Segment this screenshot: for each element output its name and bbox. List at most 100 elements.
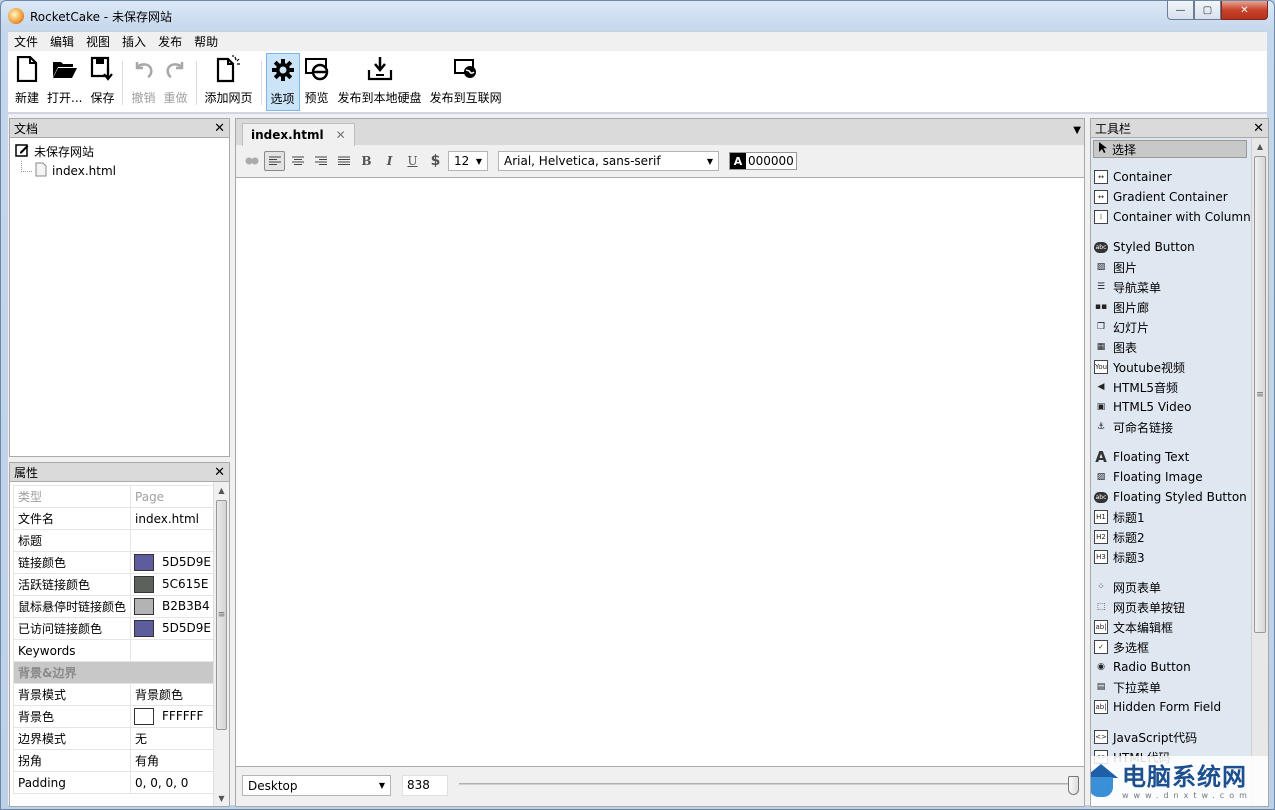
bold-button[interactable]: B [356, 151, 377, 171]
property-row[interactable]: Padding 0, 0, 0, 0 [12, 771, 216, 794]
property-row[interactable]: 已访问链接颜色 5D5D9E [12, 617, 216, 640]
property-value[interactable]: 背景颜色 [130, 683, 216, 706]
tree-item-page[interactable]: index.html [15, 161, 224, 181]
tool-item[interactable]: H1 标题1 [1094, 507, 1250, 527]
property-value[interactable]: 无 [130, 727, 216, 750]
menu-file[interactable]: 文件 [8, 33, 44, 50]
save-button[interactable]: 保存 [86, 53, 118, 111]
tool-item[interactable]: ⁘ 网页表单 [1094, 577, 1250, 597]
menu-insert[interactable]: 插入 [116, 33, 152, 50]
tool-item[interactable]: ▪▪ 图片廊 [1094, 297, 1250, 317]
tool-item[interactable]: <> JavaScript代码 [1094, 727, 1250, 747]
close-properties-panel-button[interactable]: ✕ [214, 465, 225, 480]
property-value[interactable]: 5C615E [130, 573, 216, 596]
page-width-value[interactable]: 838 [402, 775, 448, 796]
undo-button[interactable]: 撤销 [127, 53, 159, 111]
property-row[interactable]: 拐角 有角 [12, 749, 216, 772]
color-swatch[interactable] [134, 554, 155, 571]
align-left-button[interactable] [264, 151, 285, 171]
tool-item[interactable]: ⁞ Container with Columns [1094, 207, 1250, 227]
align-justify-button[interactable] [333, 151, 354, 171]
tool-item[interactable]: ❐ 幻灯片 [1094, 317, 1250, 337]
publish-web-button[interactable]: 发布到互联网 [426, 53, 506, 111]
property-value[interactable]: 5D5D9E [130, 617, 216, 640]
menu-help[interactable]: 帮助 [188, 33, 224, 50]
redo-button[interactable]: 重做 [160, 53, 192, 111]
tool-item[interactable]: H2 标题2 [1094, 527, 1250, 547]
options-button[interactable]: 选项 [265, 53, 300, 111]
property-row[interactable]: 鼠标悬停时链接颜色 B2B3B4 [12, 595, 216, 618]
font-family-select[interactable]: Arial, Helvetica, sans-serif ▼ [498, 151, 719, 171]
color-swatch[interactable] [134, 598, 155, 615]
property-value[interactable] [130, 639, 216, 662]
property-row[interactable]: 背景色 FFFFFF [12, 705, 216, 728]
tool-item[interactable]: ▨ 图片 [1094, 257, 1250, 277]
property-row[interactable]: 边界模式无 [12, 727, 216, 750]
tool-item[interactable]: ▣ HTML5 Video [1094, 397, 1250, 417]
device-select[interactable]: Desktop ▼ [242, 775, 391, 796]
menu-publish[interactable]: 发布 [152, 33, 188, 50]
link-icon[interactable] [241, 151, 262, 171]
tool-item[interactable]: abc Styled Button [1094, 237, 1250, 257]
toolbox-scrollbar[interactable]: ▲ ≡ [1251, 138, 1268, 806]
width-slider-track[interactable] [459, 783, 1074, 785]
close-tab-icon[interactable]: ✕ [336, 128, 346, 142]
tool-item[interactable]: ↔ Gradient Container [1094, 187, 1250, 207]
property-row[interactable]: 文件名 index.html [12, 507, 216, 530]
color-swatch[interactable] [134, 576, 155, 593]
tool-item[interactable]: ◉ Radio Button [1094, 657, 1250, 677]
tool-item[interactable]: ▤ 下拉菜单 [1094, 677, 1250, 697]
property-value[interactable]: 0, 0, 0, 0 [130, 771, 216, 794]
tool-item[interactable]: abc Floating Styled Button [1094, 487, 1250, 507]
property-row[interactable]: 类型 Page [12, 485, 216, 508]
property-value[interactable]: index.html [130, 507, 216, 530]
text-color-picker[interactable]: A 000000 [729, 152, 797, 170]
tool-item[interactable]: ⬚ 网页表单按钮 [1094, 597, 1250, 617]
properties-scrollbar[interactable]: ▲ ≡ ▼ [213, 482, 229, 806]
tool-item[interactable]: ☰ 导航菜单 [1094, 277, 1250, 297]
tool-item[interactable]: A Floating Text [1094, 447, 1250, 467]
property-row[interactable]: 背景模式 背景颜色 [12, 683, 216, 706]
dollar-format-button[interactable]: $ [425, 151, 446, 171]
tool-item[interactable]: ✓ 多选框 [1094, 637, 1250, 657]
tool-item[interactable]: ab| 文本编辑框 [1094, 617, 1250, 637]
tab-list-dropdown-icon[interactable]: ▼ [1073, 125, 1081, 136]
color-swatch[interactable] [134, 620, 155, 637]
property-row[interactable]: 活跃链接颜色 5C615E [12, 573, 216, 596]
property-value[interactable]: FFFFFF [130, 705, 216, 728]
preview-button[interactable]: 预览 [300, 53, 334, 111]
italic-button[interactable]: I [379, 151, 400, 171]
tab-index-html[interactable]: index.html ✕ [242, 123, 355, 146]
close-button[interactable]: ✕ [1221, 1, 1268, 20]
tool-select-pointer[interactable]: 选择 [1093, 140, 1247, 158]
property-section-label[interactable]: 背景&边界 [13, 661, 216, 684]
property-row[interactable]: Keywords [12, 639, 216, 662]
width-slider-thumb[interactable] [1068, 776, 1079, 795]
color-swatch[interactable] [134, 708, 155, 725]
open-button[interactable]: 打开... [43, 53, 86, 111]
align-center-button[interactable] [287, 151, 308, 171]
scroll-down-arrow-icon[interactable]: ▼ [214, 790, 229, 806]
tree-item-site[interactable]: 未保存网站 [15, 141, 224, 161]
toolbox-scroll-thumb[interactable]: ≡ [1254, 156, 1266, 633]
publish-local-button[interactable]: 发布到本地硬盘 [334, 53, 426, 111]
underline-button[interactable]: U [402, 151, 423, 171]
scroll-up-arrow-icon[interactable]: ▲ [214, 482, 229, 498]
close-toolbox-panel-button[interactable]: ✕ [1253, 121, 1264, 136]
new-button[interactable]: 新建 [11, 53, 43, 111]
tool-item[interactable]: ab| Hidden Form Field [1094, 697, 1250, 717]
tool-item[interactable]: You Youtube视频 [1094, 357, 1250, 377]
tool-item[interactable]: ⚓ 可命名链接 [1094, 417, 1250, 437]
property-value[interactable]: Page [130, 485, 216, 508]
properties-scroll-thumb[interactable]: ≡ [216, 500, 227, 730]
page-canvas[interactable] [235, 177, 1085, 767]
property-value[interactable]: B2B3B4 [130, 595, 216, 618]
tool-item[interactable]: H3 标题3 [1094, 547, 1250, 567]
align-right-button[interactable] [310, 151, 331, 171]
maximize-button[interactable]: ▢ [1194, 1, 1221, 20]
tool-item[interactable]: ▦ 图表 [1094, 337, 1250, 357]
property-row[interactable]: 链接颜色 5D5D9E [12, 551, 216, 574]
scroll-up-arrow-icon[interactable]: ▲ [1252, 138, 1268, 154]
minimize-button[interactable]: — [1167, 1, 1194, 20]
property-value[interactable]: 有角 [130, 749, 216, 772]
